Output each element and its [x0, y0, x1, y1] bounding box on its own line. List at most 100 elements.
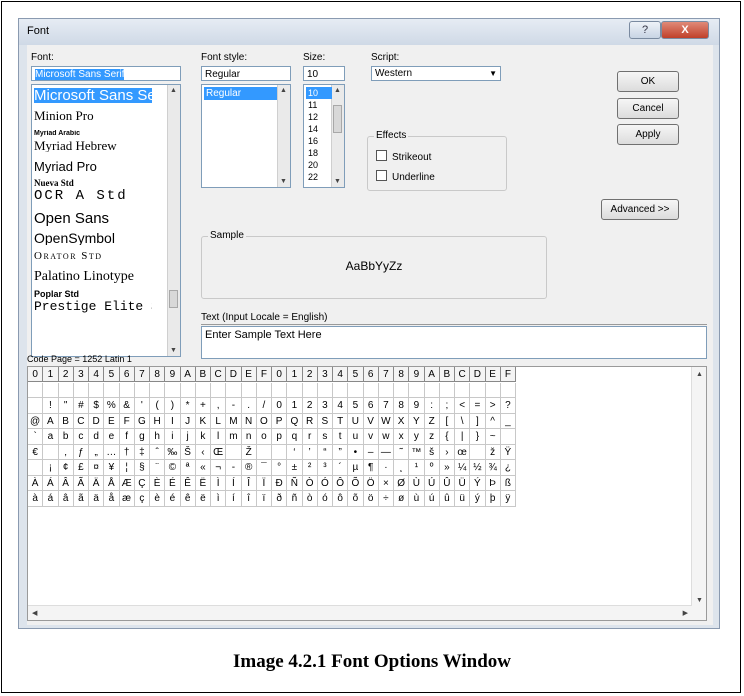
character-cell[interactable]: 3	[317, 398, 333, 414]
font-list-item[interactable]: OCR A Std	[34, 189, 152, 203]
character-cell[interactable]: 1	[287, 398, 303, 414]
character-cell[interactable]: é	[165, 491, 181, 507]
character-cell[interactable]: Š	[180, 444, 196, 460]
character-cell[interactable]: ý	[470, 491, 486, 507]
character-cell[interactable]: <	[455, 398, 471, 414]
size-list-item[interactable]: 22	[306, 171, 332, 183]
character-cell[interactable]: w	[378, 429, 394, 445]
style-list-scrollbar[interactable]: ▲ ▼	[277, 85, 290, 187]
character-cell[interactable]: «	[195, 460, 211, 476]
title-bar[interactable]: Font ? X	[19, 19, 719, 45]
character-cell[interactable]: 2	[302, 398, 318, 414]
script-dropdown[interactable]: Western ▼	[371, 66, 501, 81]
character-cell[interactable]: ,	[211, 398, 227, 414]
character-cell[interactable]	[43, 382, 59, 398]
character-cell[interactable]: U	[348, 413, 364, 429]
size-input[interactable]: 10	[303, 66, 345, 81]
character-cell[interactable]: P	[272, 413, 288, 429]
character-cell[interactable]: h	[150, 429, 166, 445]
character-cell[interactable]: O	[256, 413, 272, 429]
character-cell[interactable]: Ú	[424, 475, 440, 491]
character-cell[interactable]	[226, 382, 242, 398]
character-cell[interactable]: €	[28, 444, 44, 460]
character-cell[interactable]	[409, 382, 425, 398]
character-cell[interactable]: Ù	[409, 475, 425, 491]
character-cell[interactable]: Z	[424, 413, 440, 429]
character-cell[interactable]: ¿	[500, 460, 516, 476]
character-cell[interactable]: ®	[241, 460, 257, 476]
character-cell[interactable]: „	[89, 444, 105, 460]
character-cell[interactable]: Q	[287, 413, 303, 429]
character-cell[interactable]	[348, 382, 364, 398]
character-cell[interactable]: É	[165, 475, 181, 491]
character-cell[interactable]: ©	[165, 460, 181, 476]
character-cell[interactable]	[89, 382, 105, 398]
font-list-item[interactable]: OpenSymbol	[34, 231, 152, 245]
character-cell[interactable]: †	[119, 444, 135, 460]
character-cell[interactable]: e	[104, 429, 120, 445]
character-cell[interactable]	[287, 382, 303, 398]
font-list-item[interactable]: Microsoft Sans Serif	[34, 88, 152, 103]
font-list-item[interactable]: Orator Std	[34, 251, 152, 262]
character-cell[interactable]: ¡	[43, 460, 59, 476]
character-cell[interactable]: ÿ	[500, 491, 516, 507]
character-cell[interactable]: u	[348, 429, 364, 445]
character-cell[interactable]: 4	[333, 398, 349, 414]
character-cell[interactable]: »	[439, 460, 455, 476]
size-list-item[interactable]: 16	[306, 135, 332, 147]
character-cell[interactable]	[302, 382, 318, 398]
character-cell[interactable]: :	[424, 398, 440, 414]
close-button[interactable]: X	[661, 21, 709, 39]
character-cell[interactable]: >	[485, 398, 501, 414]
character-cell[interactable]	[134, 382, 150, 398]
character-cell[interactable]: Ì	[211, 475, 227, 491]
font-list-item[interactable]: Poplar Std	[34, 290, 152, 299]
character-cell[interactable]: ›	[439, 444, 455, 460]
character-cell[interactable]: ¢	[58, 460, 74, 476]
character-cell[interactable]: t	[333, 429, 349, 445]
character-cell[interactable]: ™	[409, 444, 425, 460]
character-cell[interactable]: Å	[104, 475, 120, 491]
scroll-down-icon[interactable]: ▼	[170, 347, 177, 354]
character-cell[interactable]	[363, 382, 379, 398]
chevron-down-icon[interactable]: ▼	[489, 67, 497, 81]
character-cell[interactable]: ¸	[394, 460, 410, 476]
character-cell[interactable]: ±	[287, 460, 303, 476]
character-cell[interactable]: Á	[43, 475, 59, 491]
strikeout-checkbox[interactable]: Strikeout	[376, 150, 431, 163]
font-list[interactable]: ▲ ▼ Microsoft Sans Serif Minion Pro Myriad…	[31, 84, 181, 357]
character-cell[interactable]: ‘	[287, 444, 303, 460]
character-cell[interactable]: ¾	[485, 460, 501, 476]
character-cell[interactable]	[455, 382, 471, 398]
character-cell[interactable]	[104, 382, 120, 398]
character-cell[interactable]: I	[165, 413, 181, 429]
character-cell[interactable]: á	[43, 491, 59, 507]
size-list[interactable]: ▲ ▼ 10 11 12 14 16 18 20 22	[303, 84, 345, 188]
character-cell[interactable]: ß	[500, 475, 516, 491]
character-cell[interactable]: k	[195, 429, 211, 445]
character-cell[interactable]: L	[211, 413, 227, 429]
character-cell[interactable]: v	[363, 429, 379, 445]
character-cell[interactable]: \	[455, 413, 471, 429]
character-cell[interactable]: a	[43, 429, 59, 445]
font-name-input[interactable]: Microsoft Sans Serif	[31, 66, 181, 81]
character-cell[interactable]	[272, 382, 288, 398]
character-cell[interactable]: W	[378, 413, 394, 429]
character-cell[interactable]: ’	[302, 444, 318, 460]
character-cell[interactable]: û	[439, 491, 455, 507]
character-cell[interactable]: ¦	[119, 460, 135, 476]
character-cell[interactable]: Ö	[363, 475, 379, 491]
character-cell[interactable]: +	[195, 398, 211, 414]
character-cell[interactable]: ¬	[211, 460, 227, 476]
character-cell[interactable]: ¼	[455, 460, 471, 476]
character-cell[interactable]: ^	[485, 413, 501, 429]
character-cell[interactable]: #	[73, 398, 89, 414]
character-cell[interactable]: ô	[333, 491, 349, 507]
scroll-up-icon[interactable]: ▲	[170, 87, 177, 94]
character-cell[interactable]: Õ	[348, 475, 364, 491]
character-cell[interactable]: Ÿ	[500, 444, 516, 460]
character-cell[interactable]: C	[73, 413, 89, 429]
grid-hscrollbar[interactable]: ◀ ▶	[28, 605, 692, 620]
character-cell[interactable]: ”	[333, 444, 349, 460]
scroll-left-icon[interactable]: ◀	[32, 609, 37, 617]
